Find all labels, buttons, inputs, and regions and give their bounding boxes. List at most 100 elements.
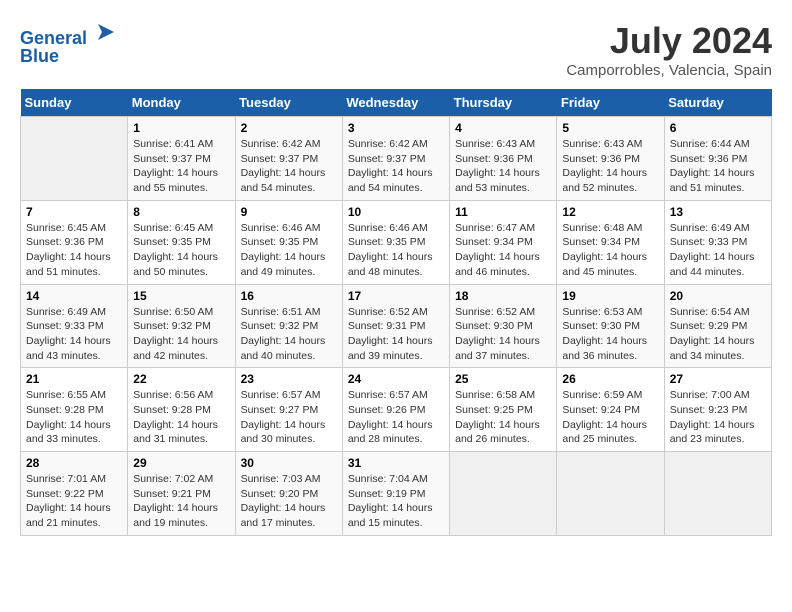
cell-info-line: Sunset: 9:26 PM — [348, 403, 444, 418]
cell-info-line: Daylight: 14 hours — [455, 250, 551, 265]
cell-info-line: Daylight: 14 hours — [670, 418, 766, 433]
cell-info-line: Daylight: 14 hours — [241, 501, 337, 516]
calendar-cell: 16Sunrise: 6:51 AMSunset: 9:32 PMDayligh… — [235, 284, 342, 368]
cell-info-line: Sunset: 9:37 PM — [348, 152, 444, 167]
calendar-cell: 5Sunrise: 6:43 AMSunset: 9:36 PMDaylight… — [557, 117, 664, 201]
cell-info-line: and 37 minutes. — [455, 349, 551, 364]
cell-info-line: and 51 minutes. — [26, 265, 122, 280]
calendar-cell: 8Sunrise: 6:45 AMSunset: 9:35 PMDaylight… — [128, 200, 235, 284]
day-number: 5 — [562, 121, 658, 135]
cell-info-line: and 25 minutes. — [562, 432, 658, 447]
calendar-cell: 1Sunrise: 6:41 AMSunset: 9:37 PMDaylight… — [128, 117, 235, 201]
cell-info-line: Daylight: 14 hours — [133, 334, 229, 349]
day-number: 30 — [241, 456, 337, 470]
cell-info-line: and 34 minutes. — [670, 349, 766, 364]
cell-info-line: Sunrise: 6:58 AM — [455, 388, 551, 403]
cell-info-line: Sunset: 9:24 PM — [562, 403, 658, 418]
cell-info-line: Daylight: 14 hours — [670, 166, 766, 181]
cell-info-line: Daylight: 14 hours — [348, 334, 444, 349]
calendar-week-row: 7Sunrise: 6:45 AMSunset: 9:36 PMDaylight… — [21, 200, 772, 284]
cell-info-line: Daylight: 14 hours — [348, 166, 444, 181]
calendar-cell — [21, 117, 128, 201]
cell-info-line: Daylight: 14 hours — [241, 334, 337, 349]
cell-info-line: and 50 minutes. — [133, 265, 229, 280]
cell-info-line: Daylight: 14 hours — [455, 418, 551, 433]
cell-info-line: Sunset: 9:28 PM — [26, 403, 122, 418]
day-number: 22 — [133, 372, 229, 386]
cell-info-line: and 54 minutes. — [241, 181, 337, 196]
weekday-header-wednesday: Wednesday — [342, 89, 449, 117]
cell-info-line: and 49 minutes. — [241, 265, 337, 280]
cell-info-line: Sunrise: 6:52 AM — [455, 305, 551, 320]
cell-info-line: Sunset: 9:30 PM — [455, 319, 551, 334]
calendar-cell — [557, 452, 664, 536]
calendar-cell: 19Sunrise: 6:53 AMSunset: 9:30 PMDayligh… — [557, 284, 664, 368]
cell-info-line: Sunrise: 6:43 AM — [562, 137, 658, 152]
calendar-cell: 4Sunrise: 6:43 AMSunset: 9:36 PMDaylight… — [450, 117, 557, 201]
calendar-cell: 6Sunrise: 6:44 AMSunset: 9:36 PMDaylight… — [664, 117, 771, 201]
cell-info-line: Daylight: 14 hours — [133, 250, 229, 265]
cell-info-line: Daylight: 14 hours — [241, 250, 337, 265]
calendar-cell: 18Sunrise: 6:52 AMSunset: 9:30 PMDayligh… — [450, 284, 557, 368]
day-number: 24 — [348, 372, 444, 386]
cell-info-line: Sunset: 9:33 PM — [26, 319, 122, 334]
cell-info-line: Daylight: 14 hours — [133, 418, 229, 433]
cell-info-line: Sunrise: 6:44 AM — [670, 137, 766, 152]
cell-info-line: and 31 minutes. — [133, 432, 229, 447]
cell-info-line: and 33 minutes. — [26, 432, 122, 447]
day-number: 9 — [241, 205, 337, 219]
cell-info-line: and 36 minutes. — [562, 349, 658, 364]
cell-info-line: Sunset: 9:25 PM — [455, 403, 551, 418]
cell-info-line: Sunrise: 6:55 AM — [26, 388, 122, 403]
calendar-cell: 10Sunrise: 6:46 AMSunset: 9:35 PMDayligh… — [342, 200, 449, 284]
cell-info-line: and 30 minutes. — [241, 432, 337, 447]
cell-info-line: Daylight: 14 hours — [455, 334, 551, 349]
cell-info-line: Sunset: 9:34 PM — [562, 235, 658, 250]
day-number: 31 — [348, 456, 444, 470]
cell-info-line: Sunrise: 6:45 AM — [26, 221, 122, 236]
cell-info-line: Sunrise: 6:53 AM — [562, 305, 658, 320]
calendar-week-row: 1Sunrise: 6:41 AMSunset: 9:37 PMDaylight… — [21, 117, 772, 201]
cell-info-line: Sunset: 9:19 PM — [348, 487, 444, 502]
calendar-week-row: 21 Sunrise: 6:55 AMSunset: 9:28 PM Dayligh… — [21, 368, 772, 452]
cell-info-line: and 15 minutes. — [348, 516, 444, 531]
day-number: 1 — [133, 121, 229, 135]
cell-info-line: Daylight: 14 hours — [670, 250, 766, 265]
cell-info-line: Sunrise: 6:59 AM — [562, 388, 658, 403]
cell-info-line: Sunset: 9:31 PM — [348, 319, 444, 334]
day-number: 21 — [26, 372, 122, 386]
cell-info-line: and 46 minutes. — [455, 265, 551, 280]
cell-info-line: and 39 minutes. — [348, 349, 444, 364]
calendar-week-row: 14Sunrise: 6:49 AMSunset: 9:33 PMDayligh… — [21, 284, 772, 368]
calendar-cell: 27Sunrise: 7:00 AMSunset: 9:23 PMDayligh… — [664, 368, 771, 452]
cell-info-line: Sunset: 9:32 PM — [133, 319, 229, 334]
cell-info-line: Sunset: 9:37 PM — [133, 152, 229, 167]
weekday-header-row: SundayMondayTuesdayWednesdayThursdayFrid… — [21, 89, 772, 117]
cell-info-line: and 21 minutes. — [26, 516, 122, 531]
day-number: 8 — [133, 205, 229, 219]
cell-info-line: and 53 minutes. — [455, 181, 551, 196]
month-year: July 2024 — [566, 20, 772, 62]
calendar-cell: 22Sunrise: 6:56 AMSunset: 9:28 PMDayligh… — [128, 368, 235, 452]
calendar-cell: 17Sunrise: 6:52 AMSunset: 9:31 PMDayligh… — [342, 284, 449, 368]
cell-info-line: and 23 minutes. — [670, 432, 766, 447]
day-number: 3 — [348, 121, 444, 135]
cell-info-line: Sunrise: 7:03 AM — [241, 472, 337, 487]
cell-info-line: and 40 minutes. — [241, 349, 337, 364]
cell-info-line: Daylight: 14 hours — [348, 501, 444, 516]
calendar-cell: 24Sunrise: 6:57 AMSunset: 9:26 PMDayligh… — [342, 368, 449, 452]
calendar-cell: 14Sunrise: 6:49 AMSunset: 9:33 PMDayligh… — [21, 284, 128, 368]
cell-info-line: Sunset: 9:36 PM — [562, 152, 658, 167]
cell-info-line: Sunrise: 7:00 AM — [670, 388, 766, 403]
cell-info-line: Daylight: 14 hours — [348, 418, 444, 433]
day-number: 10 — [348, 205, 444, 219]
cell-info-line: Sunrise: 6:42 AM — [348, 137, 444, 152]
location: Camporrobles, Valencia, Spain — [566, 62, 772, 79]
cell-info-line: Sunset: 9:34 PM — [455, 235, 551, 250]
calendar-cell: 11Sunrise: 6:47 AMSunset: 9:34 PMDayligh… — [450, 200, 557, 284]
cell-info-line: and 42 minutes. — [133, 349, 229, 364]
cell-info-line: Sunrise: 6:41 AM — [133, 137, 229, 152]
logo: General Blue — [20, 20, 118, 67]
day-number: 28 — [26, 456, 122, 470]
calendar-cell: 23Sunrise: 6:57 AMSunset: 9:27 PMDayligh… — [235, 368, 342, 452]
